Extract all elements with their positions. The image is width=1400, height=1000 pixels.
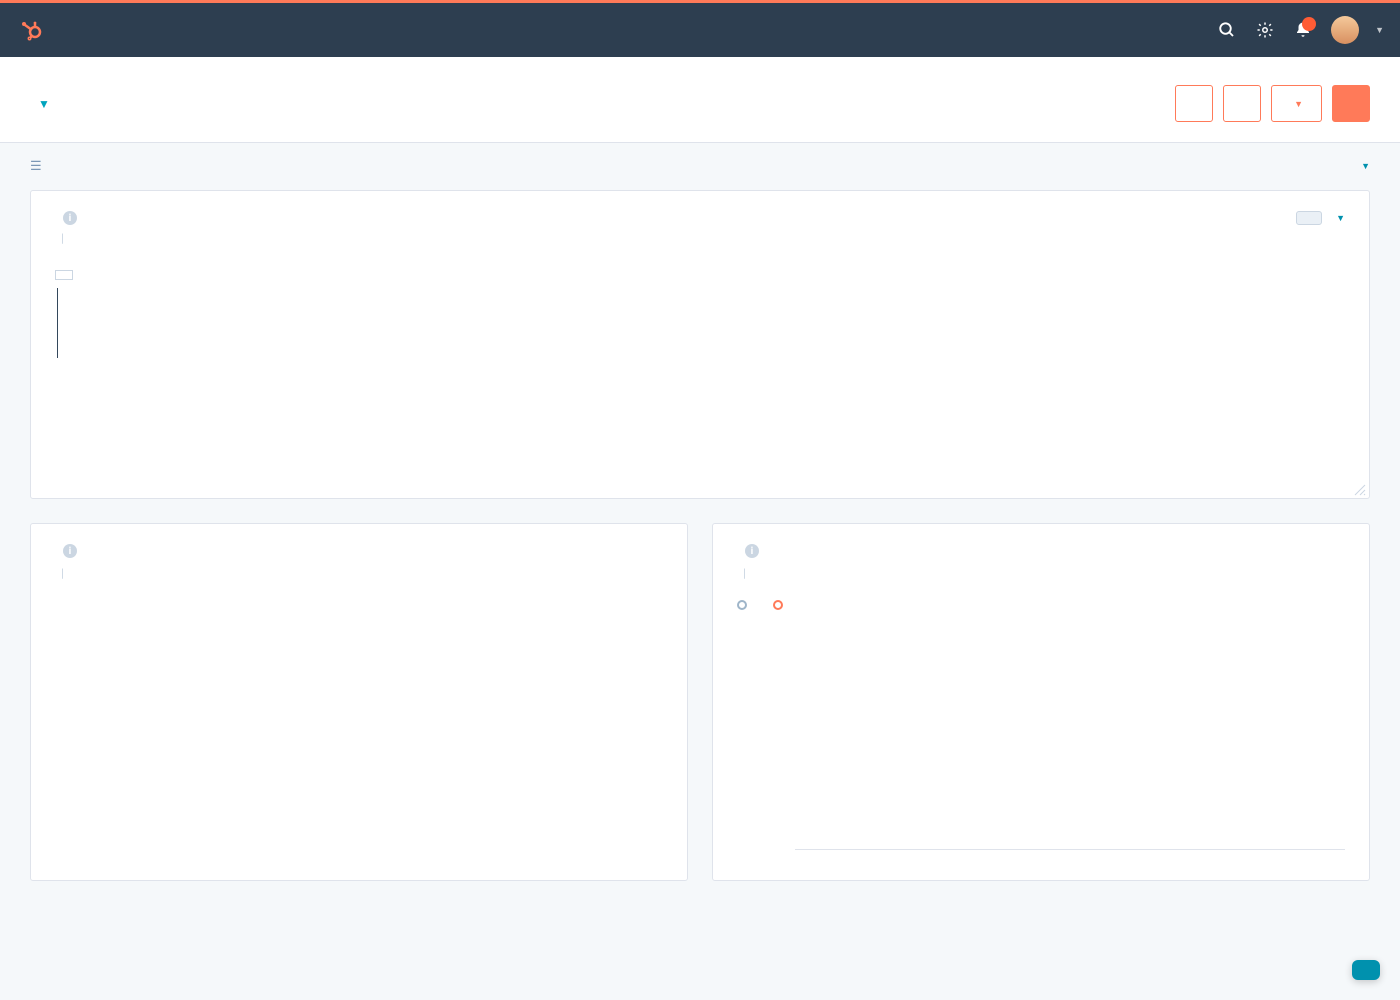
legend-swatch-icon xyxy=(773,600,783,610)
chevron-down-icon: ▼ xyxy=(38,97,50,111)
export-button[interactable] xyxy=(1223,85,1261,122)
chevron-down-icon: ▼ xyxy=(1294,100,1303,110)
quota-marker xyxy=(55,270,73,280)
card-title: i xyxy=(55,211,77,225)
filter-right: ▼ xyxy=(1341,161,1370,172)
dashboard-actions-menu[interactable]: ▼ xyxy=(1357,161,1370,172)
dashboard-title-dropdown[interactable]: ▼ xyxy=(30,97,50,111)
share-button[interactable]: ▼ xyxy=(1271,85,1322,122)
filter-dashboard-link[interactable]: ☰ xyxy=(30,159,50,174)
stage-report-card: i | xyxy=(30,523,688,881)
notification-badge xyxy=(1302,17,1316,31)
chevron-down-icon: ▼ xyxy=(1361,161,1370,172)
resize-handle-icon[interactable] xyxy=(1353,482,1367,496)
card-meta: | xyxy=(55,566,663,580)
stage-table-header xyxy=(55,600,663,616)
nav-right: ▼ xyxy=(1217,16,1384,44)
legend-item[interactable] xyxy=(773,600,789,610)
create-dashboard-button[interactable] xyxy=(1175,85,1213,122)
main-navbar: ▼ xyxy=(0,3,1400,57)
deals-closed-vs-goal-card: i | xyxy=(712,523,1370,881)
avatar xyxy=(1331,16,1359,44)
card-actions-menu[interactable]: ▼ xyxy=(1332,213,1345,224)
filter-bar: ☰ ▼ xyxy=(0,143,1400,190)
help-button[interactable] xyxy=(1352,960,1380,980)
search-icon[interactable] xyxy=(1217,20,1237,40)
y-axis-ticks xyxy=(737,620,792,834)
dashboard-row-2: i | i | xyxy=(0,523,1400,905)
chart-legend xyxy=(737,600,1345,610)
add-report-button[interactable] xyxy=(1332,85,1370,122)
card-title: i xyxy=(55,544,663,558)
plot-area xyxy=(795,620,1345,850)
info-icon[interactable]: i xyxy=(745,544,759,558)
card-meta: | xyxy=(737,566,1345,580)
forecast-chart xyxy=(55,288,1345,418)
legend-item[interactable] xyxy=(737,600,753,610)
card-title: i xyxy=(737,544,1345,558)
nav-left xyxy=(16,16,60,44)
deal-forecast-card: i ▼ | xyxy=(30,190,1370,499)
hubspot-logo-icon[interactable] xyxy=(16,16,44,44)
info-icon[interactable]: i xyxy=(63,544,77,558)
account-menu[interactable]: ▼ xyxy=(1331,16,1384,44)
page-header: ▼ ▼ xyxy=(0,57,1400,143)
card-meta: | xyxy=(55,231,1345,245)
settings-gear-icon[interactable] xyxy=(1255,20,1275,40)
set-quotas-button[interactable] xyxy=(1296,211,1322,225)
chevron-down-icon: ▼ xyxy=(1375,25,1384,36)
chevron-down-icon: ▼ xyxy=(1336,213,1345,224)
header-buttons: ▼ xyxy=(1175,85,1370,122)
filter-icon: ☰ xyxy=(30,159,42,174)
notifications-bell-icon[interactable] xyxy=(1293,20,1313,40)
legend-swatch-icon xyxy=(737,600,747,610)
x-axis-ticks xyxy=(737,850,1345,854)
info-icon[interactable]: i xyxy=(63,211,77,225)
line-chart xyxy=(737,620,1345,854)
